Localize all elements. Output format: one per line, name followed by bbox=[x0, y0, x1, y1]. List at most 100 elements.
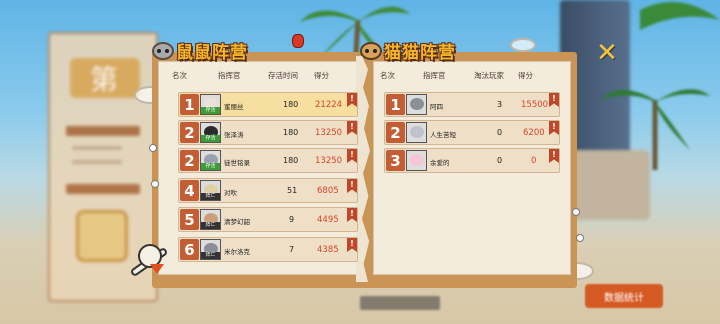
report-flag-icon[interactable]: ! bbox=[347, 179, 357, 193]
cat-icon bbox=[360, 41, 382, 60]
player-name: 张泽涛 bbox=[224, 131, 244, 139]
medal-icon bbox=[76, 210, 128, 262]
rank-number: 1 bbox=[180, 94, 199, 115]
cat-header-rank: 名次 bbox=[380, 71, 395, 80]
player-score: 0 bbox=[531, 156, 537, 166]
player-avatar: 阵亡 bbox=[200, 180, 221, 201]
player-score: 13250 bbox=[315, 156, 343, 166]
cat-header-commander: 指挥官 bbox=[423, 71, 446, 80]
survival-time: 51 bbox=[287, 186, 298, 195]
rat-row[interactable]: 2 存活 张泽涛 180 13250 ! bbox=[178, 120, 358, 145]
rat-row[interactable]: 6 阵亡 米尔洛克 7 4385 ! bbox=[178, 237, 358, 262]
player-score: 21224 bbox=[315, 100, 343, 110]
rank-number: 1 bbox=[386, 94, 405, 115]
rank-number: 3 bbox=[386, 150, 405, 171]
report-flag-icon[interactable]: ! bbox=[347, 149, 357, 163]
kill-count: 0 bbox=[497, 156, 503, 165]
survive-tag: 存活 bbox=[201, 163, 220, 170]
rat-row[interactable]: 1 存活 蜜丽丝 180 21224 ! bbox=[178, 92, 358, 117]
player-avatar bbox=[406, 150, 427, 171]
rat-header-rank: 名次 bbox=[172, 71, 187, 80]
cat-row[interactable]: 1 阿四 3 15500 ! bbox=[384, 92, 560, 117]
player-score: 13250 bbox=[315, 128, 343, 138]
report-flag-icon[interactable]: ! bbox=[347, 208, 357, 222]
player-avatar: 存活 bbox=[200, 122, 221, 143]
player-score: 4495 bbox=[317, 215, 339, 225]
report-flag-icon[interactable]: ! bbox=[347, 238, 357, 252]
rank-number: 2 bbox=[180, 122, 199, 143]
background-bottom-label bbox=[360, 296, 440, 310]
bird-mascot-icon bbox=[128, 238, 170, 284]
player-score: 6805 bbox=[317, 186, 339, 196]
report-flag-icon[interactable]: ! bbox=[347, 93, 357, 107]
cat-header-score: 得分 bbox=[518, 71, 533, 80]
paw-print-icon bbox=[151, 180, 159, 188]
panel-bar bbox=[66, 184, 140, 194]
survival-time: 7 bbox=[289, 245, 295, 254]
palm-leaves-top-background bbox=[640, 2, 720, 30]
panel-bar bbox=[66, 126, 140, 136]
paw-print-icon bbox=[572, 208, 580, 216]
lantern-icon bbox=[292, 34, 304, 48]
rank-number: 2 bbox=[386, 122, 405, 143]
rank-number: 4 bbox=[180, 180, 199, 201]
player-name: 米尔洛克 bbox=[224, 248, 250, 256]
cat-team-title: 猫猫阵营 bbox=[360, 38, 456, 63]
rat-header-survival-time: 存活时间 bbox=[268, 71, 298, 80]
player-avatar: 阵亡 bbox=[200, 239, 221, 260]
player-name: 阿四 bbox=[430, 103, 443, 111]
survival-time: 9 bbox=[289, 215, 295, 224]
report-flag-icon[interactable]: ! bbox=[549, 121, 559, 135]
report-flag-icon[interactable]: ! bbox=[347, 121, 357, 135]
player-avatar: 存活 bbox=[200, 150, 221, 171]
player-name: 对吹 bbox=[224, 189, 237, 197]
player-score: 4385 bbox=[317, 245, 339, 255]
player-name: 清梦幻韶 bbox=[224, 218, 250, 226]
panel-line bbox=[72, 146, 122, 150]
panel-line bbox=[72, 160, 122, 164]
survive-tag: 存活 bbox=[201, 107, 220, 114]
paw-print-icon bbox=[576, 234, 584, 242]
eliminated-tag: 阵亡 bbox=[201, 193, 220, 200]
survival-time: 180 bbox=[283, 128, 299, 137]
player-score: 6200 bbox=[523, 128, 545, 138]
player-name: 蜜丽丝 bbox=[224, 103, 244, 111]
rat-icon bbox=[152, 41, 174, 60]
cat-header-kills: 淘汰玩家 bbox=[474, 71, 504, 80]
palm-tree-right-background bbox=[600, 89, 710, 170]
rat-row[interactable]: 5 阵亡 清梦幻韶 9 4495 ! bbox=[178, 207, 358, 232]
rank-number: 5 bbox=[180, 209, 199, 230]
player-avatar bbox=[406, 94, 427, 115]
statistics-button[interactable]: 数据统计 bbox=[585, 284, 663, 308]
player-name: 人生苦短 bbox=[430, 131, 456, 139]
survive-tag: 存活 bbox=[201, 135, 220, 142]
rank-number: 2 bbox=[180, 150, 199, 171]
background-rank-banner: 第 bbox=[70, 58, 140, 98]
player-avatar: 存活 bbox=[200, 94, 221, 115]
cat-row[interactable]: 3 余爱的 0 0 ! bbox=[384, 148, 560, 173]
player-name: 余爱的 bbox=[430, 159, 450, 167]
player-avatar bbox=[406, 122, 427, 143]
rat-team-title: 鼠鼠阵营 bbox=[152, 38, 248, 63]
eliminated-tag: 阵亡 bbox=[201, 222, 220, 229]
rank-number: 6 bbox=[180, 239, 199, 260]
cat-row[interactable]: 2 人生苦短 0 6200 ! bbox=[384, 120, 560, 145]
kill-count: 3 bbox=[497, 100, 503, 109]
close-button[interactable]: ✕ bbox=[596, 40, 618, 66]
rat-row[interactable]: 4 阵亡 对吹 51 6805 ! bbox=[178, 178, 358, 203]
survival-time: 180 bbox=[283, 156, 299, 165]
rat-header-commander: 指挥官 bbox=[218, 71, 241, 80]
player-score: 15500 bbox=[521, 100, 549, 110]
rat-header-score: 得分 bbox=[314, 71, 329, 80]
cat-team-title-text: 猫猫阵营 bbox=[384, 43, 456, 63]
rat-team-title-text: 鼠鼠阵营 bbox=[176, 43, 248, 63]
report-flag-icon[interactable]: ! bbox=[549, 93, 559, 107]
paw-print-icon bbox=[149, 144, 157, 152]
player-avatar: 阵亡 bbox=[200, 209, 221, 230]
rat-row[interactable]: 2 存活 徒世铭录 180 13250 ! bbox=[178, 148, 358, 173]
player-name: 徒世铭录 bbox=[224, 159, 250, 167]
kill-count: 0 bbox=[497, 128, 503, 137]
report-flag-icon[interactable]: ! bbox=[549, 149, 559, 163]
eliminated-tag: 阵亡 bbox=[201, 252, 220, 259]
cloud-swirl-decoration bbox=[510, 38, 536, 52]
